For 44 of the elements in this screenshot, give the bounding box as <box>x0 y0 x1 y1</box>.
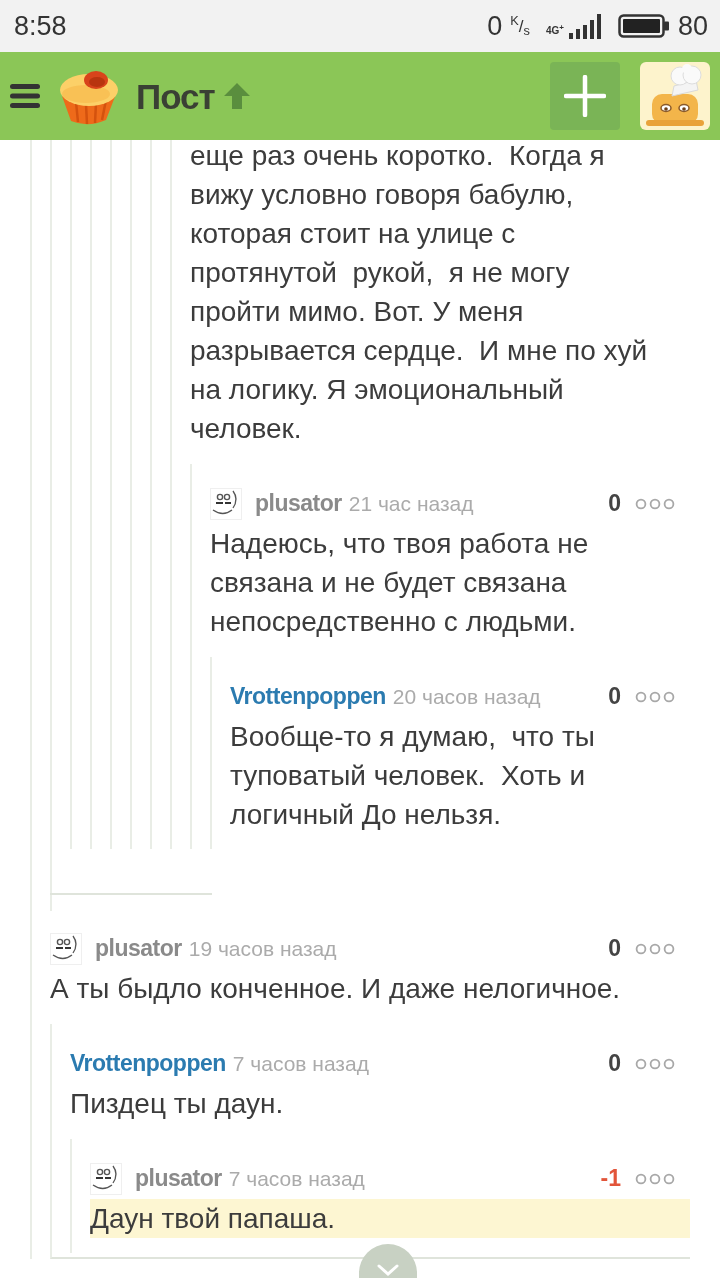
comment-text: Вообще-то я думаю, что ты туповатый человек. Хоть и логичный До нельзя. <box>230 720 596 832</box>
author-name[interactable]: plusator <box>135 1166 222 1192</box>
comment-rating: 0 <box>608 1051 621 1077</box>
author-name[interactable]: plusator <box>95 936 182 962</box>
comment-text: Даун твой папаша. <box>90 1199 690 1238</box>
author-name[interactable]: plusator <box>255 491 342 517</box>
menu-icon[interactable] <box>10 84 40 108</box>
chevron-down-icon <box>377 1264 399 1276</box>
comment-text: А ты быдло конченное. И даже нелогичное. <box>50 972 622 1006</box>
smiley-avatar-icon[interactable] <box>50 933 82 965</box>
comment-rating: -1 <box>600 1166 621 1192</box>
network-speed: 0 <box>487 12 503 40</box>
speed-unit: $^{K}$/$_{s}$ <box>510 17 530 35</box>
page-title: Пост <box>136 78 215 114</box>
more-icon[interactable] <box>635 943 675 955</box>
profile-button[interactable] <box>640 62 710 130</box>
author-name[interactable]: Vrottenpoppen <box>70 1051 226 1077</box>
battery-icon <box>617 14 670 38</box>
comment-rating: 0 <box>608 936 621 962</box>
comment-text: Надеюсь, что твоя работа не связана и не будет связана непосредственно с людьми. <box>210 527 590 639</box>
comment-text: еще раз очень коротко. Когда я вижу условно говоря бабулю, которая стоит на улице с протянутой рукой, я не могу пройти мимо. Вот. У меня разрывается сердце. И мне по хуй на логику. Я эмоциональный человек. <box>190 139 649 446</box>
more-icon[interactable] <box>635 1058 675 1070</box>
comment-time: 7 часов назад <box>232 1052 369 1076</box>
more-icon[interactable] <box>635 498 675 510</box>
more-icon[interactable] <box>635 1173 675 1185</box>
up-arrow-icon[interactable] <box>222 82 251 110</box>
comment-time: 20 часов назад <box>392 685 541 709</box>
more-icon[interactable] <box>635 691 675 703</box>
comment-rating: 0 <box>608 684 621 710</box>
network-type: 4G$^{+}$ <box>545 25 564 36</box>
comment-time: 7 часов назад <box>228 1167 365 1191</box>
author-name[interactable]: Vrottenpoppen <box>230 684 386 710</box>
comment-text: Пиздец ты даун. <box>70 1087 285 1121</box>
smiley-avatar-icon[interactable] <box>210 488 242 520</box>
comment-time: 19 часов назад <box>188 937 337 961</box>
add-button[interactable] <box>550 62 620 130</box>
comment-time: 21 час назад <box>348 492 474 516</box>
smiley-avatar-icon[interactable] <box>90 1163 122 1195</box>
signal-icon <box>567 13 602 39</box>
clock-time: 8:58 <box>14 12 67 40</box>
collapse-button[interactable] <box>359 1244 417 1278</box>
plus-icon <box>564 75 606 117</box>
battery-percent: 80 <box>677 12 708 40</box>
comment-rating: 0 <box>608 491 621 517</box>
